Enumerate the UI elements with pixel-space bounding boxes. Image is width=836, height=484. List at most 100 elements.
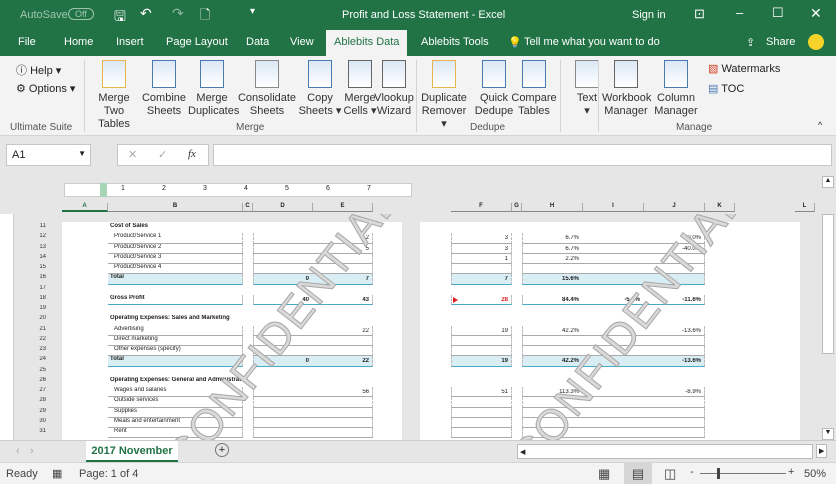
new-file-icon[interactable]: 🗋 bbox=[200, 6, 210, 28]
enter-icon[interactable]: ✓ bbox=[158, 148, 167, 161]
cell-j24[interactable]: -13.6% bbox=[644, 358, 701, 364]
tell-me-search[interactable]: Tell me what you want to do bbox=[524, 36, 660, 48]
cell-h18[interactable]: 84.4% bbox=[522, 297, 579, 303]
smiley-feedback-icon[interactable] bbox=[808, 34, 824, 50]
row-header[interactable]: 14 bbox=[32, 254, 46, 260]
cell-f14[interactable]: 1 bbox=[451, 256, 508, 262]
cell-f18[interactable]: 28 bbox=[451, 297, 508, 303]
column-header-a[interactable]: A bbox=[62, 203, 108, 212]
row-header[interactable]: 31 bbox=[32, 428, 46, 434]
watermarks-button[interactable]: ▧ Watermarks bbox=[708, 62, 780, 75]
cell-h16[interactable]: 15.6% bbox=[522, 276, 579, 282]
zoom-slider-thumb[interactable] bbox=[717, 468, 720, 479]
row-header[interactable]: 22 bbox=[32, 336, 46, 342]
undo-icon[interactable]: ↶ bbox=[140, 5, 152, 22]
formula-input[interactable] bbox=[213, 144, 832, 166]
error-flag-icon[interactable] bbox=[453, 296, 458, 303]
help-button[interactable]: ⓘ Help ▾ bbox=[16, 62, 61, 78]
cell-h21[interactable]: 42.2% bbox=[522, 328, 579, 334]
row-header[interactable]: 12 bbox=[32, 233, 46, 239]
cell-f27[interactable]: 51 bbox=[451, 389, 508, 395]
add-sheet-icon[interactable]: + bbox=[215, 443, 229, 457]
share-button[interactable]: Share bbox=[766, 36, 795, 48]
maximize-icon[interactable]: ☐ bbox=[772, 5, 784, 21]
autosave-toggle[interactable]: Off bbox=[68, 8, 94, 20]
merge-duplicates-button[interactable]: Merge Duplicates bbox=[188, 60, 239, 118]
collapse-ribbon-icon[interactable]: ^ bbox=[818, 120, 822, 130]
normal-view-icon[interactable]: ▦ bbox=[598, 466, 610, 482]
cell-f24[interactable]: 19 bbox=[451, 358, 508, 364]
column-header-l[interactable]: L bbox=[795, 203, 815, 212]
row-header[interactable]: 20 bbox=[32, 315, 46, 321]
vlookup-wizard-button[interactable]: Vlookup Wizard bbox=[370, 60, 418, 118]
close-icon[interactable]: ✕ bbox=[810, 5, 822, 22]
row-header[interactable]: 18 bbox=[32, 295, 46, 301]
scroll-thumb[interactable] bbox=[822, 214, 834, 354]
customize-toolbar-icon[interactable]: ▾ bbox=[250, 6, 255, 17]
row-header[interactable]: 28 bbox=[32, 397, 46, 403]
row-header[interactable]: 11 bbox=[32, 223, 46, 229]
row-header[interactable]: 26 bbox=[32, 377, 46, 383]
scroll-down-icon[interactable]: ▼ bbox=[822, 428, 834, 440]
zoom-slider[interactable] bbox=[700, 473, 786, 474]
row-header[interactable]: 15 bbox=[32, 264, 46, 270]
column-header-g[interactable]: G bbox=[512, 203, 522, 212]
cell-e27[interactable]: 56 bbox=[313, 389, 369, 395]
column-header-e[interactable]: E bbox=[313, 203, 373, 212]
zoom-in-button[interactable]: + bbox=[788, 466, 794, 478]
tab-file[interactable]: File bbox=[18, 36, 36, 48]
cancel-icon[interactable]: ✕ bbox=[128, 148, 137, 161]
cell-e24[interactable]: 22 bbox=[313, 358, 369, 364]
cell-j27[interactable]: -8.9% bbox=[644, 389, 701, 395]
tab-data[interactable]: Data bbox=[246, 36, 269, 48]
cell-f21[interactable]: 19 bbox=[451, 328, 508, 334]
tab-ablebits-data[interactable]: Ablebits Data bbox=[326, 30, 408, 56]
toc-button[interactable]: ▤ TOC bbox=[708, 82, 744, 95]
ribbon-display-icon[interactable]: ⊡ bbox=[694, 6, 705, 22]
column-manager-button[interactable]: Column Manager bbox=[652, 60, 700, 118]
cell-h13[interactable]: 6.7% bbox=[522, 246, 579, 252]
compare-tables-button[interactable]: Compare Tables bbox=[510, 60, 558, 118]
row-header[interactable]: 27 bbox=[32, 387, 46, 393]
tab-ablebits-tools[interactable]: Ablebits Tools bbox=[421, 36, 489, 48]
name-box[interactable]: A1 ▼ bbox=[6, 144, 91, 166]
row-header[interactable]: 13 bbox=[32, 244, 46, 250]
page-layout-view-icon[interactable]: ▤ bbox=[624, 463, 652, 484]
tab-home[interactable]: Home bbox=[64, 36, 93, 48]
column-header-k[interactable]: K bbox=[705, 203, 735, 212]
scroll-left-icon[interactable]: ◀ bbox=[518, 449, 525, 456]
column-header-i[interactable]: I bbox=[583, 203, 644, 212]
row-header[interactable]: 23 bbox=[32, 346, 46, 352]
zoom-out-button[interactable]: - bbox=[690, 466, 694, 478]
column-header-f[interactable]: F bbox=[451, 203, 512, 212]
cell-h14[interactable]: 2.2% bbox=[522, 256, 579, 262]
column-header-d[interactable]: D bbox=[253, 203, 313, 212]
horizontal-scrollbar[interactable]: ◀ bbox=[517, 444, 813, 459]
vertical-scrollbar[interactable]: ▲ ▼ bbox=[820, 176, 836, 440]
column-header-c[interactable]: C bbox=[243, 203, 253, 212]
cell-f12[interactable]: 3 bbox=[451, 235, 508, 241]
tab-view[interactable]: View bbox=[290, 36, 314, 48]
row-header[interactable]: 17 bbox=[32, 285, 46, 291]
sheet-tab-2017-november[interactable]: 2017 November bbox=[86, 441, 178, 462]
combine-sheets-button[interactable]: Combine Sheets bbox=[140, 60, 188, 118]
tab-page-layout[interactable]: Page Layout bbox=[166, 36, 228, 48]
scroll-up-icon[interactable]: ▲ bbox=[822, 176, 834, 188]
workbook-manager-button[interactable]: Workbook Manager bbox=[602, 60, 651, 118]
zoom-level[interactable]: 50% bbox=[804, 468, 826, 480]
row-header[interactable]: 19 bbox=[32, 305, 46, 311]
row-header[interactable]: 24 bbox=[32, 356, 46, 362]
share-icon[interactable]: ⇪ bbox=[746, 36, 755, 49]
consolidate-sheets-button[interactable]: Consolidate Sheets bbox=[236, 60, 298, 118]
row-header[interactable]: 25 bbox=[32, 367, 46, 373]
scroll-right-icon[interactable]: ▶ bbox=[816, 444, 828, 458]
next-sheet-icon[interactable]: › bbox=[30, 445, 34, 457]
minimize-icon[interactable]: – bbox=[736, 5, 743, 20]
options-button[interactable]: ⚙ Options ▾ bbox=[16, 82, 75, 95]
cell-f16[interactable]: 7 bbox=[451, 276, 508, 282]
tab-insert[interactable]: Insert bbox=[116, 36, 144, 48]
redo-icon[interactable]: ↷ bbox=[172, 5, 184, 22]
macro-record-icon[interactable]: ▦ bbox=[52, 467, 62, 480]
cell-h12[interactable]: 6.7% bbox=[522, 235, 579, 241]
row-header[interactable]: 21 bbox=[32, 326, 46, 332]
